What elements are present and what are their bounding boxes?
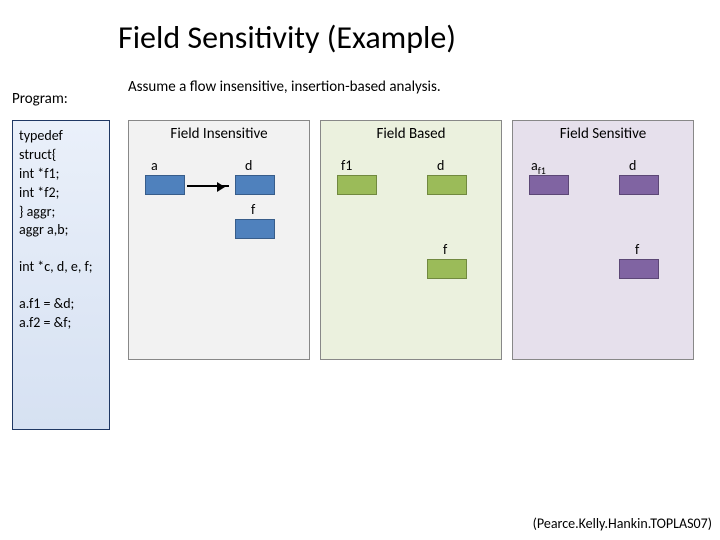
node-label-d: d [245, 157, 252, 174]
program-label: Program: [12, 90, 68, 108]
node-d [235, 175, 275, 195]
code-line: a.f1 = &d; [19, 295, 103, 314]
code-line: typedef [19, 127, 103, 146]
code-block-3: a.f1 = &d; a.f2 = &f; [19, 295, 103, 333]
panel-title: Field Sensitive [513, 121, 693, 143]
program-code-box: typedef struct{ int *f1; int *f2; } aggr… [12, 120, 110, 430]
label-a-part: a [531, 157, 538, 174]
node-f1 [337, 175, 377, 195]
assumption-text: Assume a flow insensitive, insertion-bas… [128, 78, 441, 96]
node-f [619, 259, 659, 279]
citation-text: (Pearce.Kelly.Hankin.TOPLAS07) [533, 515, 712, 532]
panel-title: Field Insensitive [129, 121, 309, 143]
arrow-a-to-d [187, 185, 229, 187]
panel-field-insensitive: Field Insensitive a d f [128, 120, 310, 360]
node-label-f: f [635, 241, 639, 258]
node-d [427, 175, 467, 195]
code-line: struct{ [19, 146, 103, 165]
node-af1 [529, 175, 569, 195]
code-block-1: typedef struct{ int *f1; int *f2; } aggr… [19, 127, 103, 240]
node-label-f: f [443, 241, 447, 258]
panel-field-based: Field Based f1 d f [320, 120, 502, 360]
code-line: aggr a,b; [19, 221, 103, 240]
node-d [619, 175, 659, 195]
node-label-f1: f1 [341, 157, 352, 174]
node-label-af1: af1 [531, 157, 546, 177]
code-line: a.f2 = &f; [19, 314, 103, 333]
node-a [145, 175, 185, 195]
panel-title: Field Based [321, 121, 501, 143]
code-line: int *f2; [19, 184, 103, 203]
code-block-2: int *c, d, e, f; [19, 258, 103, 277]
code-line: int *c, d, e, f; [19, 258, 103, 277]
node-f [427, 259, 467, 279]
node-label-d: d [437, 157, 444, 174]
slide-title: Field Sensitivity (Example) [0, 0, 720, 57]
node-label-d: d [629, 157, 636, 174]
node-f [235, 219, 275, 239]
node-label-a: a [151, 157, 158, 174]
code-line: } aggr; [19, 203, 103, 222]
node-label-f: f [251, 201, 255, 218]
code-line: int *f1; [19, 165, 103, 184]
panel-field-sensitive: Field Sensitive af1 d f [512, 120, 694, 360]
